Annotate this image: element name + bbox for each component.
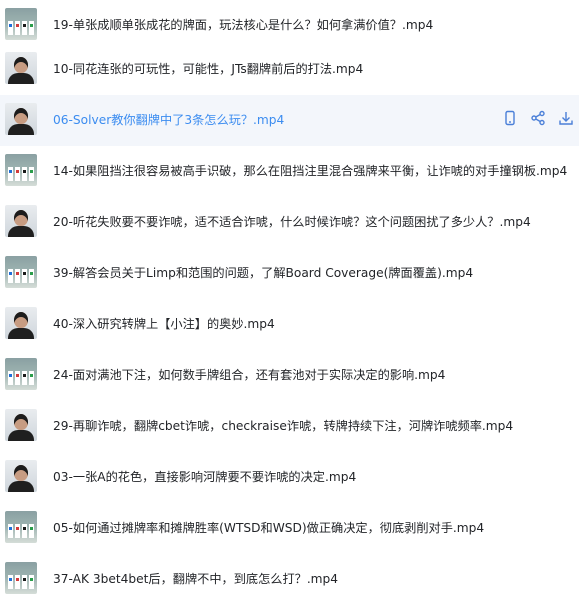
row-actions (501, 109, 575, 127)
file-title[interactable]: 20-听花失败要不要诈唬，适不适合诈唬，什么时候诈唬？这个问题困扰了多少人？.m… (53, 197, 531, 248)
file-title[interactable]: 24-面对满池下注，如何数手牌组合，还有套池对于实际决定的影响.mp4 (53, 350, 445, 401)
file-row[interactable]: 10-同花连张的可玩性，可能性，JTs翻牌前后的打法.mp4 (0, 44, 579, 95)
video-thumbnail[interactable] (5, 256, 37, 288)
file-title[interactable]: 06-Solver教你翻牌中了3条怎么玩？.mp4 (53, 95, 284, 146)
video-thumbnail[interactable] (5, 103, 37, 135)
file-title[interactable]: 05-如何通过摊牌率和摊牌胜率(WTSD和WSD)做正确决定，彻底剥削对手.mp… (53, 503, 484, 554)
file-row[interactable]: 14-如果阻挡注很容易被高手识破，那么在阻挡注里混合强牌来平衡，让诈唬的对手撞钢… (0, 146, 579, 197)
file-row[interactable]: 05-如何通过摊牌率和摊牌胜率(WTSD和WSD)做正确决定，彻底剥削对手.mp… (0, 503, 579, 554)
video-thumbnail[interactable] (5, 52, 37, 84)
video-thumbnail[interactable] (5, 358, 37, 390)
file-row[interactable]: 24-面对满池下注，如何数手牌组合，还有套池对于实际决定的影响.mp4 (0, 350, 579, 401)
video-thumbnail[interactable] (5, 307, 37, 339)
file-row[interactable]: 03-一张A的花色，直接影响河牌要不要诈唬的决定.mp4 (0, 452, 579, 503)
file-title[interactable]: 39-解答会员关于Limp和范围的问题，了解Board Coverage(牌面覆… (53, 248, 473, 299)
file-row[interactable]: 06-Solver教你翻牌中了3条怎么玩？.mp4 (0, 95, 579, 146)
file-title[interactable]: 10-同花连张的可玩性，可能性，JTs翻牌前后的打法.mp4 (53, 44, 363, 95)
video-thumbnail[interactable] (5, 460, 37, 492)
file-title[interactable]: 29-再聊诈唬，翻牌cbet诈唬，checkraise诈唬，转牌持续下注，河牌诈… (53, 401, 513, 452)
video-thumbnail[interactable] (5, 511, 37, 543)
file-list: 19-单张成顺单张成花的牌面，玩法核心是什么？如何拿满价值？.mp4 10-同花连… (0, 0, 579, 599)
file-title[interactable]: 37-AK 3bet4bet后，翻牌不中，到底怎么打？.mp4 (53, 554, 338, 605)
file-row[interactable]: 20-听花失败要不要诈唬，适不适合诈唬，什么时候诈唬？这个问题困扰了多少人？.m… (0, 197, 579, 248)
file-row[interactable]: 29-再聊诈唬，翻牌cbet诈唬，checkraise诈唬，转牌持续下注，河牌诈… (0, 401, 579, 452)
share-icon[interactable] (529, 109, 547, 127)
file-title[interactable]: 03-一张A的花色，直接影响河牌要不要诈唬的决定.mp4 (53, 452, 356, 503)
video-thumbnail[interactable] (5, 205, 37, 237)
video-thumbnail[interactable] (5, 154, 37, 186)
video-thumbnail[interactable] (5, 8, 37, 40)
download-icon[interactable] (557, 109, 575, 127)
file-row[interactable]: 37-AK 3bet4bet后，翻牌不中，到底怎么打？.mp4 (0, 554, 579, 605)
video-thumbnail[interactable] (5, 562, 37, 594)
video-thumbnail[interactable] (5, 409, 37, 441)
file-row[interactable]: 40-深入研究转牌上【小注】的奥妙.mp4 (0, 299, 579, 350)
file-row[interactable]: 39-解答会员关于Limp和范围的问题，了解Board Coverage(牌面覆… (0, 248, 579, 299)
phone-icon[interactable] (501, 109, 519, 127)
file-title[interactable]: 14-如果阻挡注很容易被高手识破，那么在阻挡注里混合强牌来平衡，让诈唬的对手撞钢… (53, 146, 567, 197)
file-title[interactable]: 40-深入研究转牌上【小注】的奥妙.mp4 (53, 299, 275, 350)
